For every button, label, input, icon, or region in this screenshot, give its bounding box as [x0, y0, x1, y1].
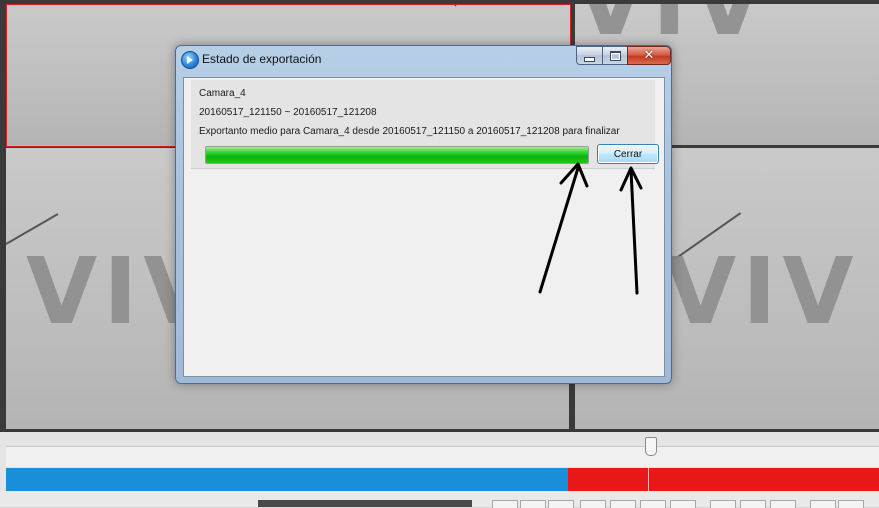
time-range-label: 20160517_121150 ~ 20160517_121208 — [199, 107, 377, 118]
close-icon: ✕ — [643, 48, 655, 63]
time-display — [258, 500, 472, 507]
dialog-titlebar[interactable]: Estado de exportación ✕ — [176, 46, 671, 72]
progress-fill — [206, 147, 588, 163]
export-progress-bar — [205, 146, 589, 164]
export-status-dialog: Estado de exportación ✕ Camara_4 2016051… — [175, 45, 672, 384]
camera-name-label: Camara_4 — [199, 88, 246, 99]
timeline-slider-handle[interactable] — [645, 437, 657, 456]
export-info-panel: Camara_4 20160517_121150 ~ 20160517_1212… — [191, 80, 659, 169]
dialog-body: Camara_4 20160517_121150 ~ 20160517_1212… — [183, 77, 665, 377]
close-button[interactable]: Cerrar — [597, 144, 659, 164]
export-status-message: Exportanto medio para Camara_4 desde 201… — [199, 126, 620, 137]
timeline-cursor — [648, 468, 649, 491]
close-window-button[interactable]: ✕ — [627, 46, 671, 65]
app-play-icon — [181, 51, 199, 69]
minimize-icon — [584, 56, 595, 62]
minimize-button[interactable] — [576, 46, 603, 65]
timeline-event-bar[interactable] — [568, 468, 879, 491]
watermark-logo: VIV — [665, 238, 860, 345]
dialog-title: Estado de exportación — [202, 52, 322, 66]
maximize-icon — [609, 50, 621, 61]
maximize-button[interactable] — [602, 46, 628, 65]
timeline-recorded-bar[interactable] — [6, 468, 568, 491]
timeline-track[interactable] — [6, 446, 879, 467]
